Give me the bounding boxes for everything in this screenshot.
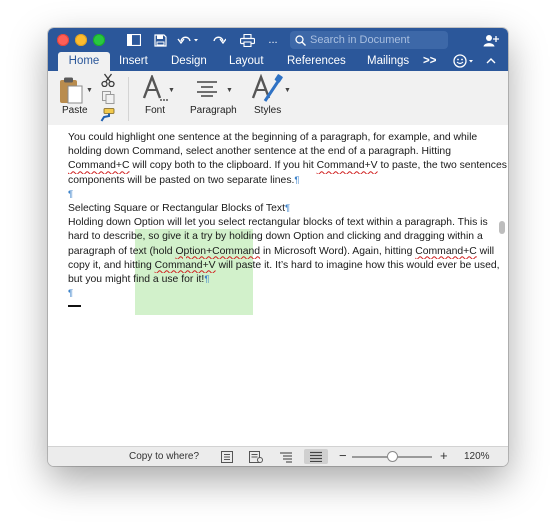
paragraph-label: Paragraph bbox=[190, 105, 237, 116]
paste-label: Paste bbox=[62, 105, 88, 116]
tab-mailings[interactable]: Mailings bbox=[367, 52, 409, 71]
tab-references[interactable]: References bbox=[287, 52, 346, 71]
text-line: You could highlight one sentence at the … bbox=[68, 132, 478, 143]
styles-brush-icon bbox=[251, 73, 283, 109]
tab-design[interactable]: Design bbox=[171, 52, 207, 71]
text-line: ¶ bbox=[68, 188, 508, 202]
styles-dropdown-icon[interactable]: ▼ bbox=[284, 87, 291, 94]
text-line: components will be pasted on two separat… bbox=[68, 174, 300, 186]
text-line: Command+C will copy both to the clipboar… bbox=[68, 160, 507, 172]
tab-insert[interactable]: Insert bbox=[119, 52, 148, 71]
vertical-scrollbar-thumb[interactable] bbox=[499, 221, 505, 234]
text-line: paragraph of text (hold Option+Command i… bbox=[68, 245, 495, 257]
document-body[interactable]: You could highlight one sentence at the … bbox=[68, 131, 508, 308]
collapse-ribbon-chevron-icon[interactable] bbox=[485, 54, 497, 69]
print-icon[interactable] bbox=[238, 32, 256, 48]
insertion-point bbox=[68, 305, 81, 308]
pilcrow-mark: ¶ bbox=[68, 188, 74, 200]
paragraph-align-icon bbox=[195, 81, 219, 102]
redo-icon[interactable] bbox=[210, 32, 228, 48]
more-commands-icon[interactable]: ... bbox=[266, 32, 280, 48]
font-a-icon bbox=[142, 73, 168, 108]
print-layout-view-icon[interactable] bbox=[219, 449, 235, 464]
copy-to-where-status: Copy to where? bbox=[129, 451, 200, 462]
zoom-slider-knob[interactable] bbox=[387, 451, 398, 462]
zoom-in-button[interactable]: + bbox=[440, 448, 448, 463]
sidebar-toggle-icon[interactable] bbox=[126, 32, 142, 48]
pilcrow-mark: ¶ bbox=[284, 202, 291, 214]
text-line: ¶ bbox=[68, 287, 508, 301]
search-input[interactable]: Search in Document bbox=[290, 31, 448, 49]
paste-dropdown-icon[interactable]: ▼ bbox=[86, 87, 93, 94]
tabs-overflow-chevron-icon[interactable]: >> bbox=[423, 52, 436, 71]
status-bar: Copy to where? − + 120% bbox=[48, 446, 508, 466]
close-window-button[interactable] bbox=[57, 34, 69, 46]
pilcrow-mark: ¶ bbox=[68, 288, 74, 300]
pilcrow-mark: ¶ bbox=[204, 273, 210, 285]
undo-icon[interactable] bbox=[176, 32, 200, 48]
zoom-percentage[interactable]: 120% bbox=[464, 451, 490, 462]
paste-button[interactable] bbox=[56, 74, 86, 104]
font-dropdown-icon[interactable]: ▼ bbox=[168, 87, 175, 94]
text-line: copy it, and hitting Command+V will past… bbox=[68, 259, 500, 271]
font-label: Font bbox=[145, 105, 166, 116]
styles-button[interactable] bbox=[251, 73, 283, 104]
minimize-window-button[interactable] bbox=[75, 34, 87, 46]
paragraph-dropdown-icon[interactable]: ▼ bbox=[226, 87, 233, 94]
ribbon-separator bbox=[128, 77, 129, 121]
section-heading: Selecting Square or Rectangular Blocks o… bbox=[68, 202, 291, 214]
tab-home[interactable]: Home bbox=[58, 52, 110, 71]
font-button[interactable] bbox=[140, 73, 170, 103]
outline-view-icon[interactable] bbox=[278, 449, 294, 464]
zoom-window-button[interactable] bbox=[93, 34, 105, 46]
copy-icon[interactable] bbox=[102, 91, 115, 109]
ribbon-tab-bar: Home Insert Design Layout References Mai… bbox=[48, 52, 508, 71]
pilcrow-mark: ¶ bbox=[294, 174, 300, 186]
save-icon[interactable] bbox=[152, 32, 168, 48]
search-placeholder: Search in Document bbox=[310, 34, 410, 46]
text-line: hard to describe, so give it a try by ho… bbox=[68, 231, 483, 243]
text-line: but you might find a use for it!¶ bbox=[68, 273, 210, 285]
search-icon bbox=[295, 34, 306, 46]
text-line: holding down Command, select another sen… bbox=[68, 146, 451, 158]
cut-scissors-icon[interactable] bbox=[101, 73, 115, 92]
document-canvas[interactable]: You could highlight one sentence at the … bbox=[48, 125, 508, 436]
styles-label: Styles bbox=[254, 105, 282, 116]
paragraph-button[interactable] bbox=[195, 77, 223, 103]
title-bar: ... Search in Document bbox=[48, 28, 508, 52]
text-line: Holding down Option will let you select … bbox=[68, 217, 488, 229]
word-window: ... Search in Document Home Insert Desig… bbox=[48, 28, 508, 466]
draft-view-icon[interactable] bbox=[304, 449, 328, 464]
zoom-out-button[interactable]: − bbox=[339, 448, 347, 463]
smiley-feedback-icon[interactable] bbox=[453, 54, 475, 69]
tab-layout[interactable]: Layout bbox=[229, 52, 264, 71]
web-layout-view-icon[interactable] bbox=[248, 449, 264, 464]
ribbon: ▼ Paste ▼ Font ▼ Paragraph ▼ Styles bbox=[48, 71, 508, 126]
share-user-icon[interactable] bbox=[482, 32, 500, 48]
